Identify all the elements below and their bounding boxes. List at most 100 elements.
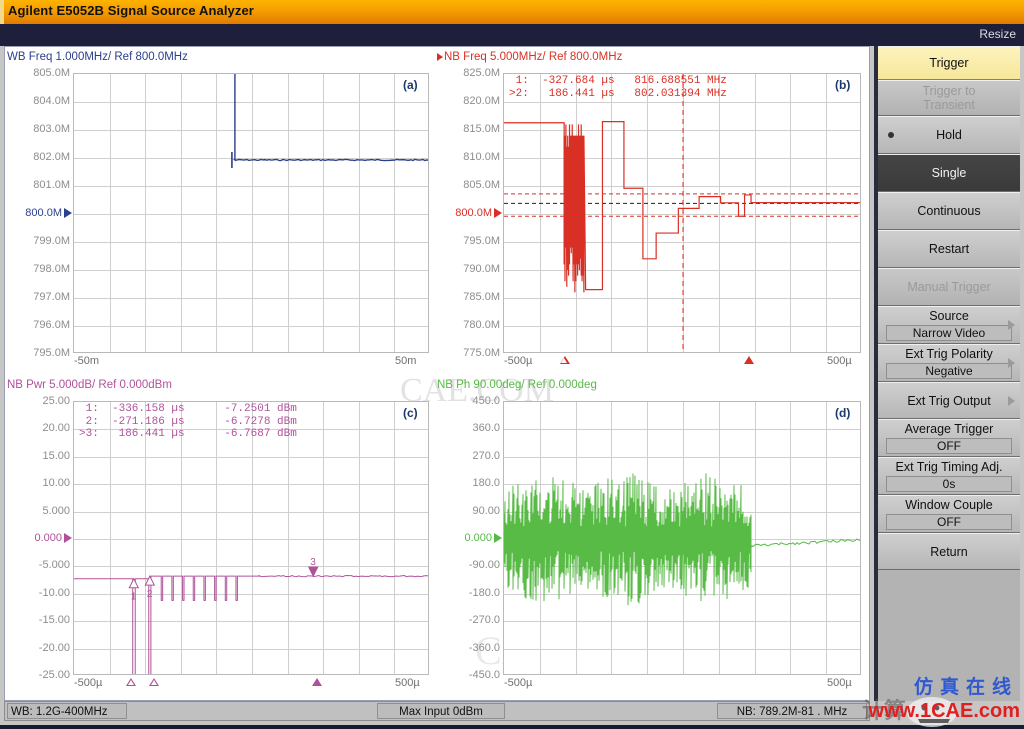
softkey-title: Trigger [878,46,1020,80]
softkey-panel: Trigger Trigger to Transient Hold Single Cont… [874,46,1020,701]
softkey-label: Window Couple [905,498,993,512]
chevron-right-icon [1008,395,1015,406]
softkey-trigger-to-transient: Trigger to Transient [878,80,1020,116]
trace-d [504,473,860,606]
resize-button[interactable]: Resize [979,27,1016,41]
y-tick-label: 802.0M [33,151,70,163]
watermark-url: www.1CAE.com [868,700,1020,722]
svg-text:2: 2 [147,589,153,600]
y-tick-label: 803.0M [33,123,70,135]
softkey-ext-trig-timing-adj[interactable]: Ext Trig Timing Adj. 0s [878,457,1020,495]
y-tick-label: -180.0 [468,586,500,599]
softkey-value[interactable]: 0s [886,476,1012,492]
y-tick-label: 20.00 [42,422,70,435]
y-tick-label: 5.000 [42,504,70,517]
y-tick-label: 775.0M [463,347,500,359]
x-axis-marker-1[interactable] [126,678,137,686]
trace-panel-d[interactable]: NB Ph 90.00deg/ Ref 0.000deg 450.0 360.0 27… [437,379,867,699]
y-tick-label: 270.0 [472,449,500,462]
y-tick-label: 10.00 [42,477,70,490]
trace-panel-b[interactable]: NB Freq 5.000MHz/ Ref 800.0MHz 825.0M 820.… [437,51,867,377]
status-max-input[interactable]: Max Input 0dBm [377,703,505,719]
softkey-continuous[interactable]: Continuous [878,192,1020,230]
softkey-window-couple[interactable]: Window Couple OFF [878,495,1020,533]
y-tick-label: -270.0 [468,614,500,627]
softkey-hold[interactable]: Hold [878,116,1020,154]
menu-bar: Resize [0,24,1024,46]
x-tick-label-min: -500µ [74,677,103,689]
y-tick-label: 810.0M [463,151,500,163]
panel-title-b: NB Freq 5.000MHz/ Ref 800.0MHz [437,51,622,63]
trace-b [504,74,860,352]
status-nb-range[interactable]: NB: 789.2M-81 . MHz [717,703,867,719]
softkey-average-trigger[interactable]: Average Trigger OFF [878,419,1020,457]
reference-level-marker-icon[interactable] [64,208,72,218]
y-tick-label: 805.0M [33,67,70,79]
y-tick-label: 360.0 [472,422,500,435]
y-tick-label: 15.00 [42,449,70,462]
panel-identifier-a: (a) [403,78,418,92]
x-axis-marker-2[interactable] [743,356,754,364]
trace-c: 1 2 3 [74,557,428,674]
x-tick-label-min: -500µ [504,677,533,689]
x-axis-marker-2[interactable] [149,678,160,686]
softkey-single[interactable]: Single [878,154,1020,192]
y-tick-label: 780.0M [463,319,500,331]
marker-readout-row: 1: -336.158 µs -7.2501 dBm [79,403,297,415]
title-bar-accent [0,0,4,24]
softkey-restart[interactable]: Restart [878,230,1020,268]
trace-panel-a[interactable]: WB Freq 1.000MHz/ Ref 800.0MHz 805.0M 804.… [7,51,435,377]
softkey-label: Return [930,544,968,559]
watermark-cn-primary: 仿真在线 [913,677,1018,698]
y-tick-label: -450.0 [468,669,500,681]
marker-readout-row: >3: 186.441 µs -6.7687 dBm [79,428,297,440]
softkey-source[interactable]: Source Narrow Video [878,306,1020,344]
softkey-value[interactable]: OFF [886,514,1012,530]
y-tick-label: 90.00 [472,504,500,517]
y-tick-label: 799.0M [33,235,70,247]
svg-text:1: 1 [131,592,137,603]
y-tick-label: 0.000 [464,532,492,544]
panel-identifier-c: (c) [403,406,418,420]
reference-level-marker-icon[interactable] [494,208,502,218]
x-axis-marker-3[interactable] [312,678,323,686]
softkey-value[interactable]: Negative [886,363,1012,379]
trace-panel-c[interactable]: NB Pwr 5.000dB/ Ref 0.000dBm 1 2 3 25.00 20.0… [7,379,435,699]
application-title: Agilent E5052B Signal Source Analyzer [8,3,254,18]
title-bar: Agilent E5052B Signal Source Analyzer [0,0,1024,25]
active-channel-indicator-icon [437,52,443,61]
y-tick-label: 805.0M [463,179,500,191]
y-tick-label: 797.0M [33,291,70,303]
softkey-manual-trigger: Manual Trigger [878,268,1020,306]
radio-indicator-icon [888,132,894,138]
marker-readout-row: 1: -327.684 µs 816.688551 MHz [509,75,727,87]
y-tick-label: 795.0M [463,235,500,247]
x-tick-label-max: 500µ [827,355,852,367]
softkey-label: Trigger to Transient [922,84,976,112]
reference-level-marker-icon[interactable] [64,533,72,543]
status-wb-range[interactable]: WB: 1.2G-400MHz [7,703,127,719]
panel-title-text: NB Freq 5.000MHz/ Ref 800.0MHz [444,51,623,63]
plot-grid-d[interactable] [503,401,861,675]
x-axis-marker-1[interactable] [559,356,570,364]
x-tick-label-max: 500µ [395,677,420,689]
plot-grid-c[interactable]: 12 3 [73,401,429,675]
panel-title-a: WB Freq 1.000MHz/ Ref 800.0MHz [7,51,188,63]
y-tick-label: -90.00 [468,559,500,572]
softkey-value[interactable]: OFF [886,438,1012,454]
y-tick-label: 25.00 [42,395,70,407]
y-tick-label: -25.00 [38,669,70,681]
softkey-return[interactable]: Return [878,533,1020,570]
e5052b-application-window: Agilent E5052B Signal Source Analyzer Re… [0,0,1024,727]
x-tick-label-max: 500µ [827,677,852,689]
softkey-value[interactable]: Narrow Video [886,325,1012,341]
y-tick-label: -10.00 [38,586,70,599]
y-tick-label: 800.0M [455,207,492,219]
softkey-ext-trig-polarity[interactable]: Ext Trig Polarity Negative [878,344,1020,382]
plot-grid-a[interactable] [73,73,429,353]
reference-level-marker-icon[interactable] [494,533,502,543]
plot-grid-b[interactable] [503,73,861,353]
panel-title-text: NB Pwr 5.000dB/ Ref 0.000dBm [7,379,172,391]
y-tick-label: -15.00 [38,614,70,627]
softkey-ext-trig-output[interactable]: Ext Trig Output [878,382,1020,419]
